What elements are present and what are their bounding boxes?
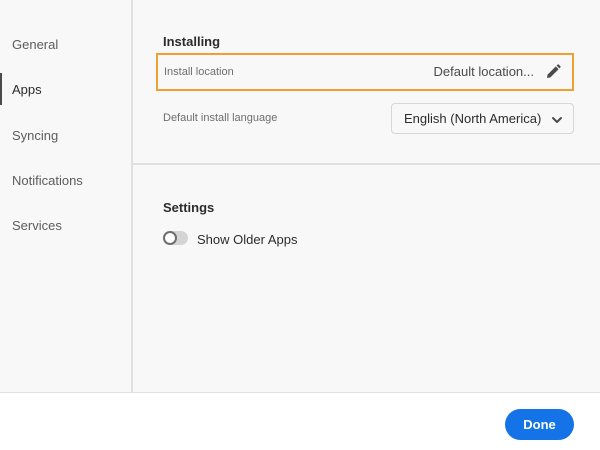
sidebar-item-notifications[interactable]: Notifications (0, 160, 131, 200)
chevron-down-icon (551, 113, 563, 125)
sidebar-item-general[interactable]: General (0, 24, 131, 64)
show-older-apps-toggle[interactable] (163, 231, 188, 245)
main-panel: Installing Install location Default loca… (133, 0, 600, 392)
default-language-value: English (North America) (404, 111, 542, 126)
installing-section-title: Installing (163, 34, 221, 49)
sidebar-item-syncing[interactable]: Syncing (0, 115, 131, 155)
footer: Done (0, 392, 600, 450)
install-location-label: Install location (164, 66, 234, 78)
sidebar-item-label: General (12, 36, 59, 52)
sidebar-item-label: Services (12, 217, 62, 233)
sidebar-item-label: Apps (12, 81, 42, 97)
section-divider (133, 163, 600, 165)
show-older-apps-label: Show Older Apps (197, 232, 298, 247)
sidebar: General Apps Syncing Notifications Servi… (0, 0, 133, 392)
sidebar-item-label: Notifications (12, 172, 83, 188)
sidebar-item-services[interactable]: Services (0, 205, 131, 245)
sidebar-item-apps[interactable]: Apps (0, 69, 131, 109)
install-location-value: Default location... (433, 64, 534, 79)
settings-section-title: Settings (163, 200, 215, 215)
default-language-label: Default install language (163, 112, 278, 124)
install-location-row[interactable]: Install location Default location... (156, 53, 574, 91)
done-button[interactable]: Done (505, 409, 574, 440)
pencil-edit-icon[interactable] (544, 63, 562, 81)
sidebar-item-label: Syncing (12, 127, 59, 143)
preferences-window: General Apps Syncing Notifications Servi… (0, 0, 600, 450)
toggle-knob (163, 231, 177, 245)
default-language-dropdown[interactable]: English (North America) (391, 103, 574, 134)
